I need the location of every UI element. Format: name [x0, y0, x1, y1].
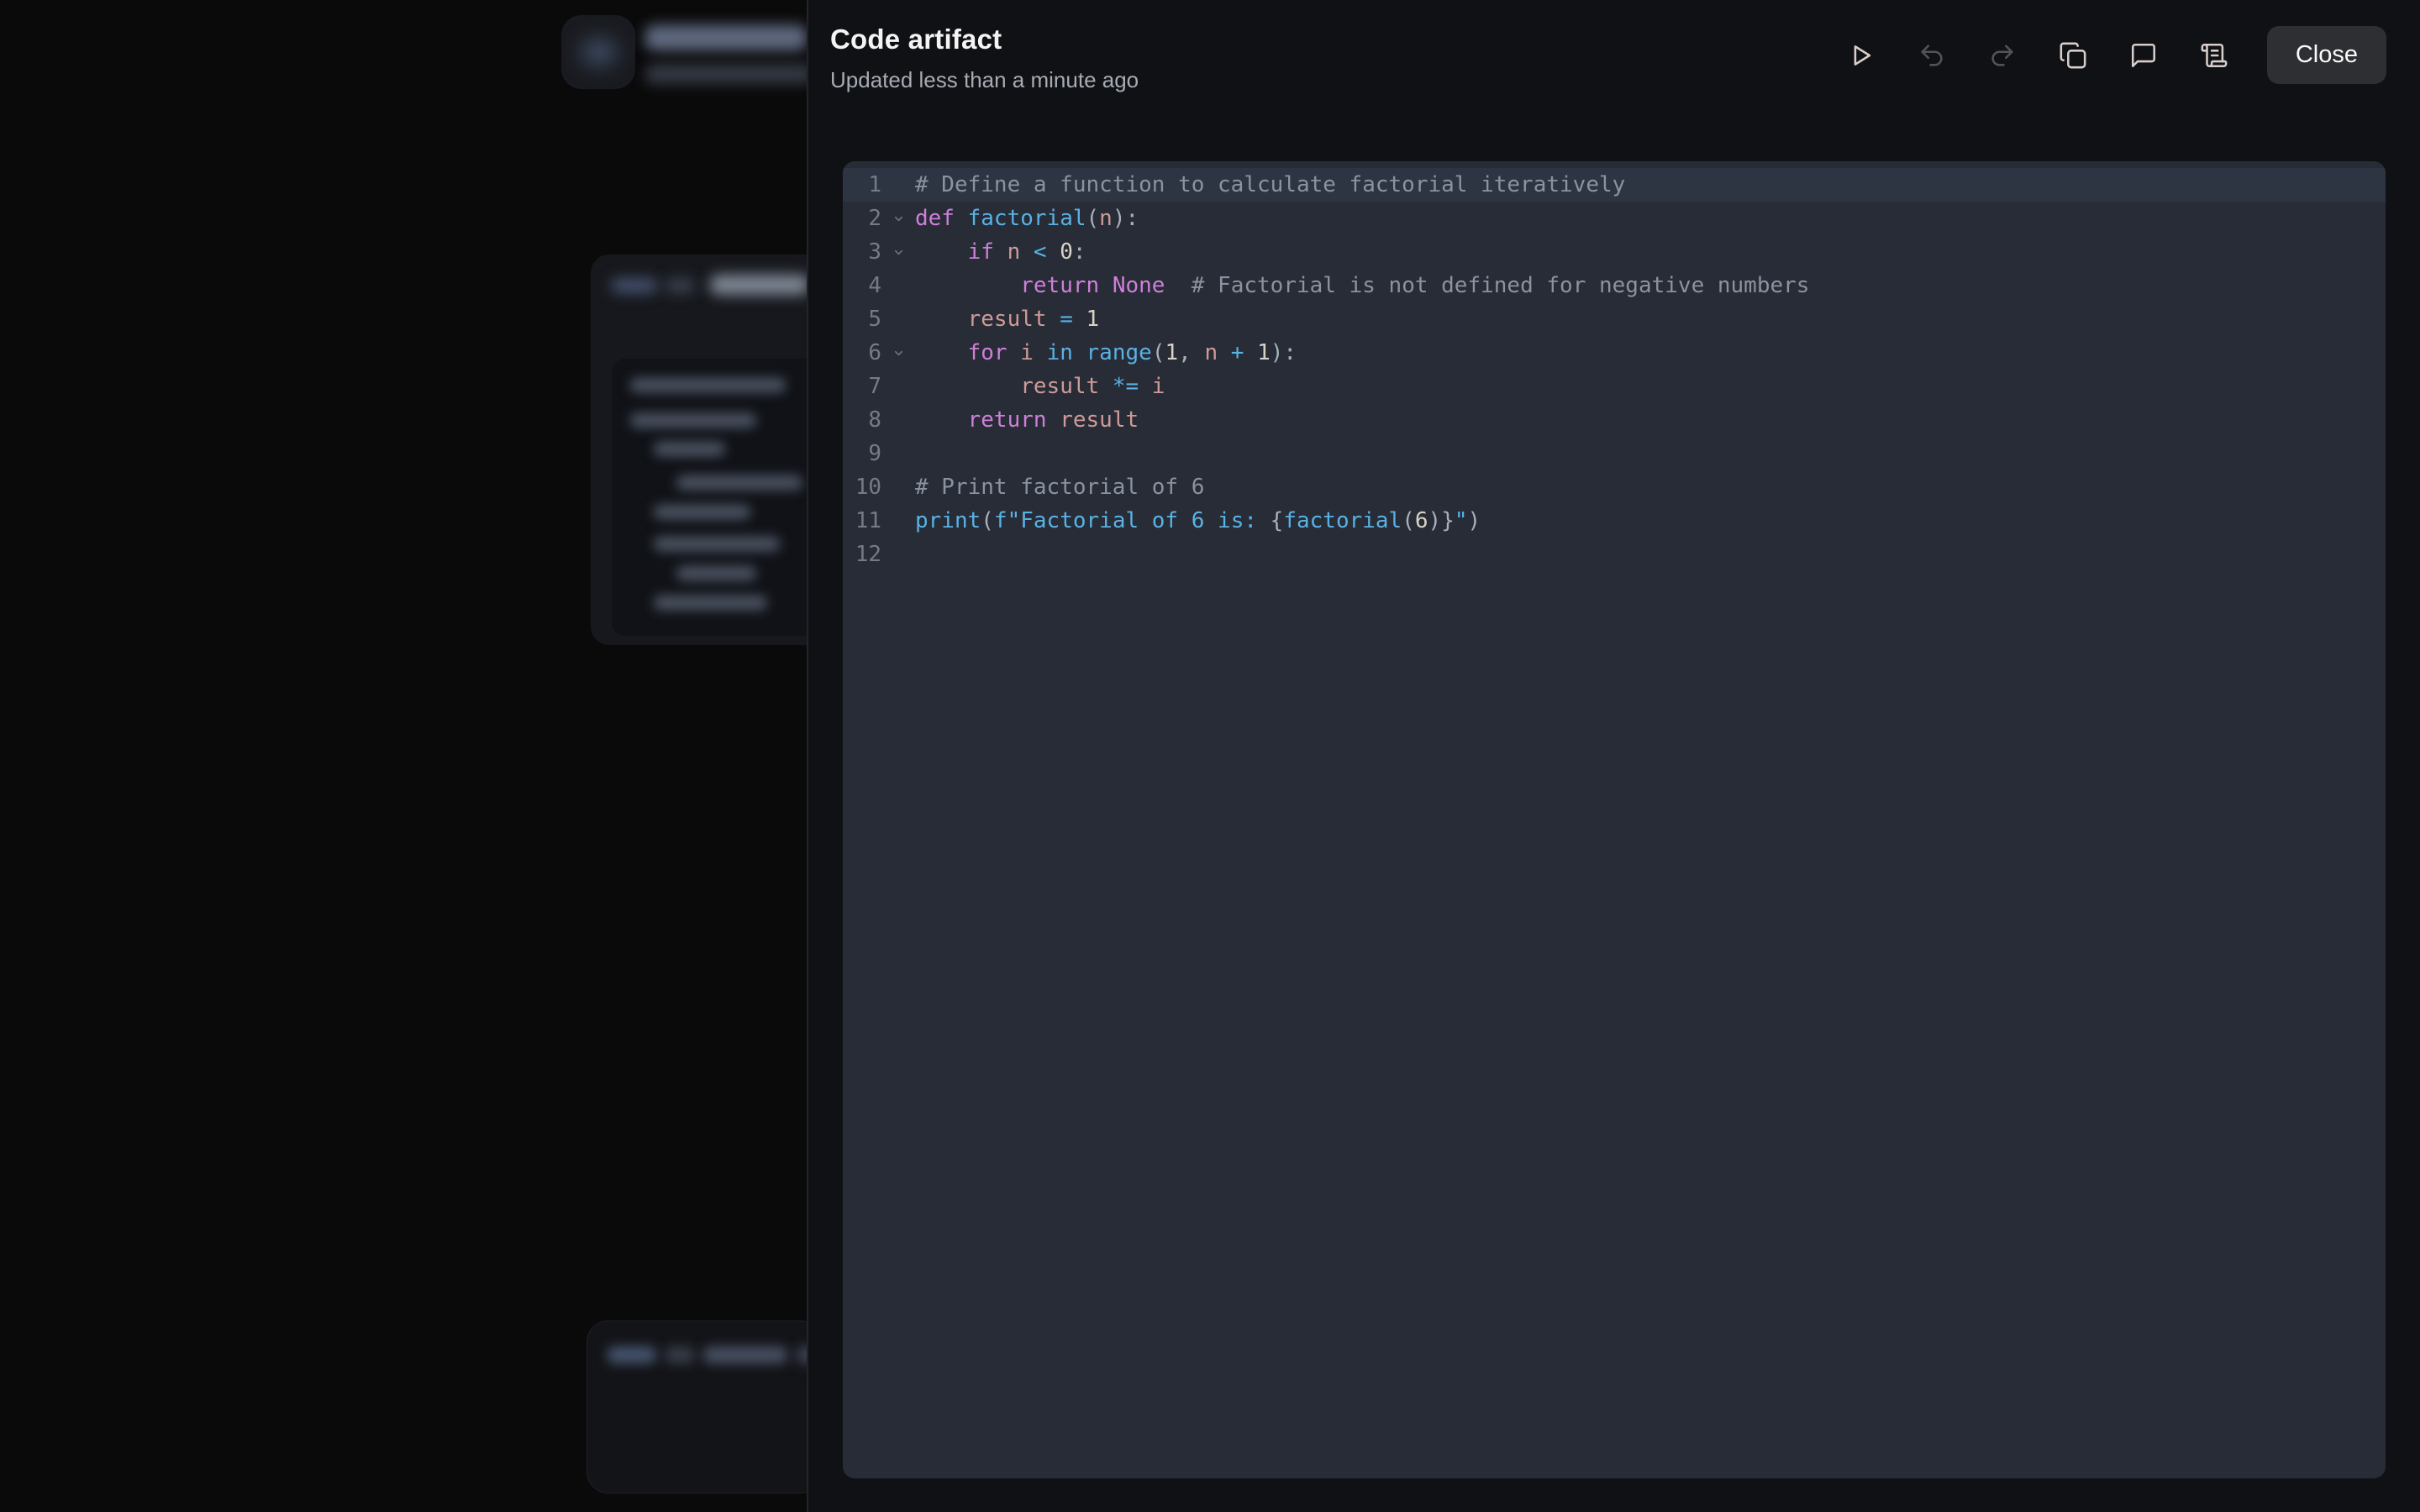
line-number: 8 [843, 403, 881, 437]
play-icon [1847, 41, 1876, 70]
line-number: 6 [843, 336, 881, 370]
blurred-code-line [630, 413, 756, 428]
fold-chevron-icon[interactable] [881, 347, 915, 360]
line-number: 4 [843, 269, 881, 302]
code-text: # Print factorial of 6 [915, 470, 1204, 504]
code-line-4[interactable]: 4 return None # Factorial is not defined… [843, 269, 2386, 302]
copy-icon [2059, 41, 2087, 70]
undo-icon [1918, 41, 1946, 70]
line-number: 10 [843, 470, 881, 504]
line-number: 7 [843, 370, 881, 403]
artifact-header: Code artifact Updated less than a minute… [808, 0, 2420, 161]
scroll-icon [2200, 41, 2228, 70]
blurred-code-line [654, 442, 725, 456]
redo-icon [1988, 41, 2017, 70]
blurred-card-title [710, 275, 808, 295]
line-number: 5 [843, 302, 881, 336]
blurred-badge [665, 278, 695, 293]
code-line-2[interactable]: 2 def factorial(n): [843, 202, 2386, 235]
blurred-chat-input [587, 1320, 808, 1494]
blurred-chat-subtitle [645, 64, 808, 84]
code-text: result *= i [915, 370, 1165, 403]
comment-button[interactable] [2129, 41, 2158, 70]
line-number: 1 [843, 168, 881, 202]
line-number: 3 [843, 235, 881, 269]
close-button[interactable]: Close [2267, 26, 2386, 84]
chat-artifact-thumbnail [561, 15, 635, 89]
redo-button[interactable] [1988, 41, 2017, 70]
fold-chevron-icon[interactable] [881, 213, 915, 225]
blurred-message-card [591, 255, 808, 645]
code-text: if n < 0: [915, 235, 1086, 269]
code-line-3[interactable]: 3 if n < 0: [843, 235, 2386, 269]
line-number: 9 [843, 437, 881, 470]
code-line-11[interactable]: 11 print(f"Factorial of 6 is: {factorial(… [843, 504, 2386, 538]
code-text: return result [915, 403, 1139, 437]
blurred-code-line [676, 566, 756, 580]
comment-bubble-icon [2129, 41, 2158, 70]
chat-background [0, 0, 808, 1512]
blurred-code-line [654, 537, 780, 551]
line-number: 12 [843, 538, 881, 571]
blurred-badge [611, 278, 658, 293]
code-text: print(f"Factorial of 6 is: {factorial(6)… [915, 504, 1481, 538]
code-line-5[interactable]: 5 result = 1 [843, 302, 2386, 336]
code-line-10[interactable]: 10 # Print factorial of 6 [843, 470, 2386, 504]
version-history-button[interactable] [2200, 41, 2228, 70]
code-editor[interactable]: 1 # Define a function to calculate factor… [843, 161, 2386, 1478]
code-line-8[interactable]: 8 return result [843, 403, 2386, 437]
copy-button[interactable] [2059, 41, 2087, 70]
blurred-code-line [630, 378, 786, 392]
artifact-toolbar: Close [1847, 26, 2386, 84]
code-line-9[interactable]: 9 [843, 437, 2386, 470]
blurred-placeholder [608, 1347, 656, 1363]
blurred-placeholder [665, 1347, 695, 1363]
blurred-code-preview [612, 359, 808, 636]
code-line-7[interactable]: 7 result *= i [843, 370, 2386, 403]
blurred-placeholder [703, 1347, 787, 1363]
code-text: for i in range(1, n + 1): [915, 336, 1297, 370]
code-text: result = 1 [915, 302, 1099, 336]
blurred-code-line [654, 505, 750, 519]
code-editor-lines: 1 # Define a function to calculate factor… [843, 168, 2386, 571]
code-text: # Define a function to calculate factori… [915, 168, 1625, 202]
line-number: 2 [843, 202, 881, 235]
code-line-12[interactable]: 12 [843, 538, 2386, 571]
fold-chevron-icon[interactable] [881, 246, 915, 259]
code-text: return None # Factorial is not defined f… [915, 269, 1809, 302]
code-line-1[interactable]: 1 # Define a function to calculate factor… [843, 168, 2386, 202]
blurred-chat-title [645, 25, 807, 50]
thumbnail-glyph [581, 39, 617, 66]
run-button[interactable] [1847, 41, 1876, 70]
undo-button[interactable] [1918, 41, 1946, 70]
code-line-6[interactable]: 6 for i in range(1, n + 1): [843, 336, 2386, 370]
code-text: def factorial(n): [915, 202, 1139, 235]
line-number: 11 [843, 504, 881, 538]
blurred-code-line [676, 475, 802, 490]
blurred-code-line [654, 596, 767, 610]
code-artifact-panel: Code artifact Updated less than a minute… [808, 0, 2420, 1512]
